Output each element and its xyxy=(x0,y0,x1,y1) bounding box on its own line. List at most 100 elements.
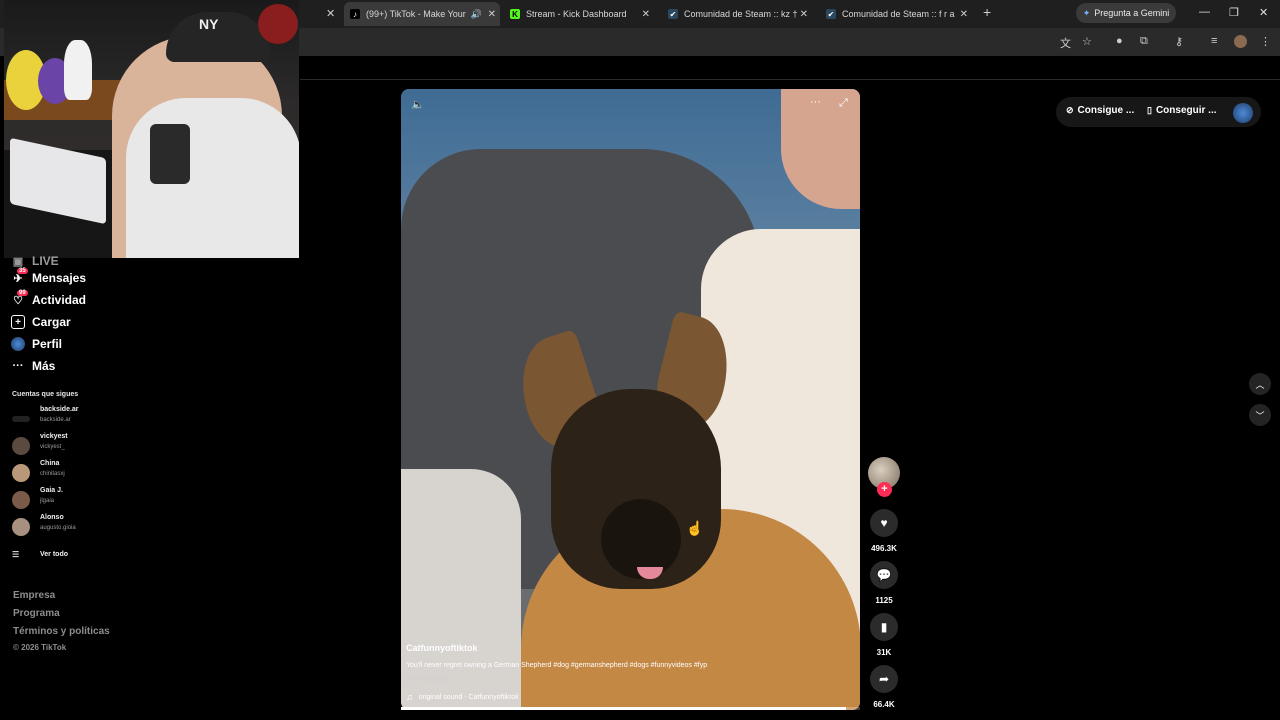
mouse-cursor-icon: ☝ xyxy=(686,520,704,536)
get-app-button[interactable]: ▯ Conseguir ... xyxy=(1147,105,1217,116)
sidebar-item-label: Más xyxy=(32,359,56,373)
account-name: backside.ar xyxy=(40,406,79,413)
sidebar-item-upload[interactable]: + Cargar xyxy=(11,313,71,331)
media-icon[interactable]: ≡ xyxy=(1211,35,1217,47)
user-avatar[interactable] xyxy=(1233,103,1253,123)
restore-icon[interactable]: ❐ xyxy=(1229,6,1239,19)
avatar xyxy=(12,464,30,482)
account-name: China xyxy=(40,460,60,467)
sidebar-item-activity[interactable]: ♡ 99 Actividad xyxy=(11,290,87,309)
share-button[interactable]: ➦ xyxy=(870,665,898,693)
comment-count: 1125 xyxy=(875,596,893,605)
chevron-up-icon: ︿ xyxy=(1255,379,1265,390)
following-account[interactable]: vickyest vickyest_ xyxy=(12,433,212,457)
following-title: Cuentas que sigues xyxy=(12,391,79,398)
sound-label: original sound - Catfunnyoftiktok xyxy=(418,693,519,701)
extension-icon[interactable]: ● xyxy=(1116,35,1123,47)
header-divider xyxy=(300,79,1280,80)
new-tab-icon[interactable]: + xyxy=(983,4,991,20)
account-name: Gaia J. xyxy=(40,487,63,494)
live-icon: ▣ xyxy=(12,255,24,268)
account-handle: chinitasxj xyxy=(40,471,65,477)
tab-label: Comunidad de Steam :: f r a xyxy=(842,9,955,19)
tab-steam-1[interactable]: ✔ Comunidad de Steam :: kz † ✕ xyxy=(662,4,812,24)
activity-icon: ♡ 99 xyxy=(13,290,28,307)
mate-cup xyxy=(150,124,190,184)
see-all-link[interactable]: ☰ Ver todo xyxy=(12,550,68,559)
music-note-icon: ♫ xyxy=(406,692,413,702)
following-account[interactable]: Alonso augusto.gioia xyxy=(12,514,212,538)
following-account[interactable]: Gaia J. jlgaia xyxy=(12,487,212,511)
comment-button[interactable]: 💬 xyxy=(870,561,898,589)
close-icon[interactable]: ✕ xyxy=(800,9,808,20)
close-window-icon[interactable]: ✕ xyxy=(1259,6,1268,19)
tab-kick[interactable]: K Stream - Kick Dashboard ✕ xyxy=(504,4,654,24)
tab-label: Stream - Kick Dashboard xyxy=(526,9,627,19)
upload-icon: + xyxy=(11,315,25,329)
sidebar-item-label: Perfil xyxy=(32,337,63,351)
account-handle: backside.ar xyxy=(40,417,71,423)
account-name: Alonso xyxy=(40,514,64,521)
tab-label: (99+) TikTok - Make Your D… xyxy=(366,9,468,19)
audio-icon[interactable]: 🔊 xyxy=(471,9,482,20)
share-count: 66.4K xyxy=(873,700,895,709)
kick-icon: K xyxy=(510,9,520,19)
account-name: vickyest xyxy=(40,433,68,440)
share-icon: ➦ xyxy=(878,672,890,686)
gemini-label: Pregunta a Gemini xyxy=(1094,8,1170,18)
avatar xyxy=(12,518,30,536)
profile-avatar-icon[interactable] xyxy=(1234,35,1247,48)
follow-plus-icon[interactable]: + xyxy=(877,482,892,497)
coin-icon: ⊘ xyxy=(1066,105,1074,115)
next-video-button[interactable]: ﹀ xyxy=(1249,404,1271,426)
sidebar-item-more[interactable]: ··· Más xyxy=(11,357,56,375)
microphone xyxy=(258,4,298,44)
heart-icon: ♥ xyxy=(880,516,888,530)
get-app-label: Conseguir ... xyxy=(1155,105,1217,116)
sound-link[interactable]: ♫ original sound - Catfunnyoftiktok xyxy=(406,692,519,702)
webcam-overlay: NY xyxy=(4,0,299,258)
sidebar-item-profile[interactable]: Perfil xyxy=(11,335,62,353)
like-button[interactable]: ♥ xyxy=(870,509,898,537)
sidebar-item-messages[interactable]: ✈ 35 Mensajes xyxy=(11,268,87,287)
get-coins-button[interactable]: ⊘ Consigue ... xyxy=(1066,105,1134,116)
close-icon[interactable]: ✕ xyxy=(488,9,496,20)
see-all-label: Ver todo xyxy=(40,551,69,558)
sidebar-item-label: Mensajes xyxy=(32,271,87,285)
tab-tiktok[interactable]: ♪ (99+) TikTok - Make Your D… 🔊 ✕ xyxy=(344,2,500,26)
sidebar-item-label: LIVE xyxy=(32,254,59,268)
puzzle-icon[interactable]: ⧉ xyxy=(1140,35,1148,48)
previous-video-button[interactable]: ︿ xyxy=(1249,373,1271,395)
video-player[interactable] xyxy=(401,89,860,710)
fullscreen-icon[interactable]: ⤢ xyxy=(839,97,848,110)
footer-link[interactable]: Términos y políticas xyxy=(13,626,110,637)
figure xyxy=(64,40,92,100)
video-author[interactable]: Catfunnyoftiktok xyxy=(406,643,478,653)
save-count: 31K xyxy=(876,648,892,657)
save-button[interactable]: ▮ xyxy=(870,613,898,641)
more-options-icon[interactable]: ··· xyxy=(810,96,821,108)
list-icon: ☰ xyxy=(12,550,20,559)
video-arm xyxy=(401,469,521,710)
volume-icon[interactable]: 🔈 xyxy=(411,98,425,111)
following-account[interactable]: China chinitasxj xyxy=(12,460,212,484)
following-account[interactable]: backside.ar backside.ar xyxy=(12,406,212,430)
close-icon[interactable]: ✕ xyxy=(960,9,968,20)
key-icon[interactable]: ⚷ xyxy=(1175,35,1183,48)
translate-icon[interactable]: 文 xyxy=(1060,35,1071,51)
gemini-icon: ✦ xyxy=(1082,7,1091,18)
footer-link[interactable]: Programa xyxy=(13,608,60,619)
video-progress-bar[interactable] xyxy=(401,707,860,710)
footer-link[interactable]: Empresa xyxy=(13,590,55,601)
menu-dots-icon[interactable]: ⋮ xyxy=(1260,35,1271,48)
sidebar-item-label: Actividad xyxy=(32,293,87,307)
close-icon[interactable]: ✕ xyxy=(642,9,650,20)
bookmark-star-icon[interactable]: ☆ xyxy=(1082,35,1092,48)
translate-link[interactable]: Ver traducción xyxy=(406,676,451,683)
minimize-icon[interactable]: — xyxy=(1199,6,1210,18)
close-tab-icon[interactable]: ✕ xyxy=(326,7,335,20)
avatar xyxy=(12,437,30,455)
gemini-button[interactable]: ✦ Pregunta a Gemini xyxy=(1076,3,1176,23)
video-caption: You'll never regret owning a German Shep… xyxy=(406,662,708,669)
tab-steam-2[interactable]: ✔ Comunidad de Steam :: f r a ✕ xyxy=(820,4,972,24)
